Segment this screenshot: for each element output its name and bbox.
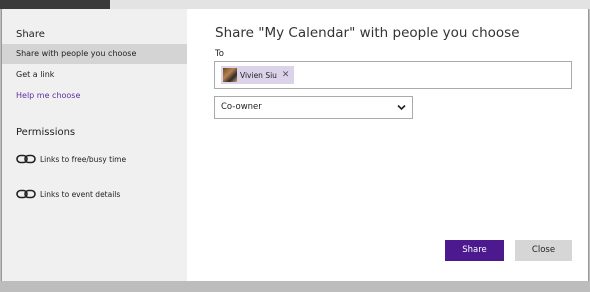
sidebar: Share Share with people you choose Get a… bbox=[2, 9, 187, 281]
permissions-heading: Permissions bbox=[16, 127, 76, 138]
recipients-input[interactable]: Vivien Siu ✕ bbox=[214, 61, 572, 89]
close-button[interactable]: Close bbox=[515, 240, 572, 261]
sidebar-item-help-me-choose[interactable]: Help me choose bbox=[2, 86, 187, 106]
sidebar-item-share-with-people[interactable]: Share with people you choose bbox=[2, 44, 187, 64]
permission-level-select[interactable]: Co-owner bbox=[214, 96, 413, 119]
link-icon bbox=[16, 189, 36, 199]
permission-event-details[interactable]: Links to event details bbox=[16, 189, 120, 199]
sidebar-item-label: Help me choose bbox=[16, 91, 81, 100]
app-top-bar-dark-segment bbox=[0, 0, 110, 9]
remove-recipient-icon[interactable]: ✕ bbox=[282, 70, 290, 80]
permission-label: Links to event details bbox=[40, 189, 121, 199]
recipient-chip[interactable]: Vivien Siu ✕ bbox=[221, 66, 295, 84]
permission-label: Links to free/busy time bbox=[40, 154, 127, 164]
share-heading: Share bbox=[16, 29, 45, 40]
sidebar-item-label: Get a link bbox=[16, 70, 55, 79]
sidebar-item-get-a-link[interactable]: Get a link bbox=[2, 65, 187, 85]
chevron-down-icon bbox=[397, 104, 406, 111]
app-top-bar bbox=[0, 0, 590, 9]
avatar bbox=[223, 68, 237, 82]
dialog-title: Share "My Calendar" with people you choo… bbox=[215, 25, 520, 41]
recipient-name: Vivien Siu bbox=[240, 70, 277, 80]
sidebar-item-label: Share with people you choose bbox=[16, 49, 137, 58]
permission-free-busy[interactable]: Links to free/busy time bbox=[16, 154, 126, 164]
share-dialog: Share Share with people you choose Get a… bbox=[1, 9, 589, 281]
permission-level-value: Co-owner bbox=[221, 102, 262, 112]
link-icon bbox=[16, 154, 36, 164]
to-label: To bbox=[215, 49, 224, 59]
share-button[interactable]: Share bbox=[445, 240, 504, 261]
